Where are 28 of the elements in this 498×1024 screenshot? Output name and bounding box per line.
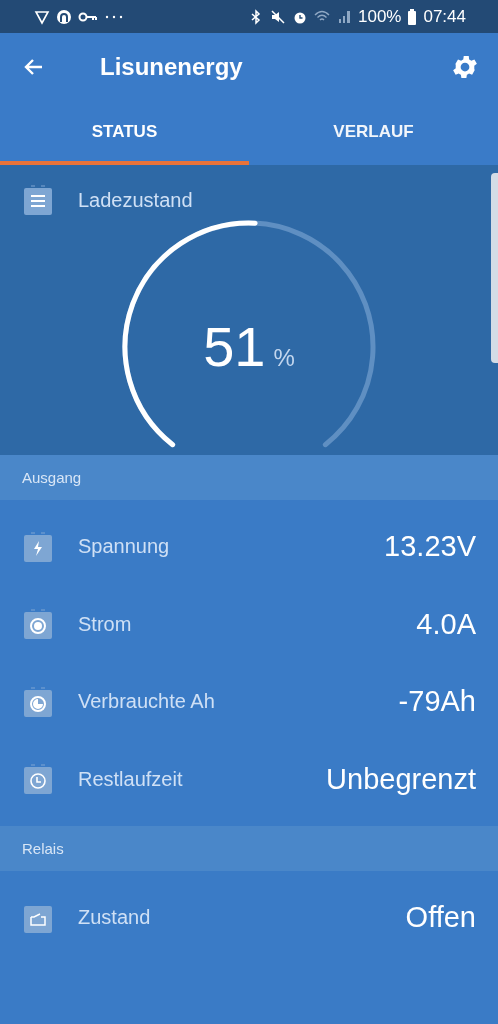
charge-value: 51 — [203, 314, 266, 379]
battery-list-icon — [24, 185, 52, 215]
row-value: 4.0A — [416, 607, 476, 641]
battery-icon — [407, 8, 418, 25]
clock-icon — [24, 764, 52, 795]
row-label: Spannung — [78, 535, 170, 559]
charge-unit: % — [273, 344, 295, 372]
lock-icon — [56, 8, 72, 25]
bolt-icon — [24, 531, 52, 562]
shield-icon — [34, 8, 50, 25]
row-label: Strom — [78, 612, 132, 636]
row-value: -79Ah — [398, 685, 476, 719]
mute-icon — [269, 8, 286, 25]
row-label: Zustand — [78, 906, 151, 930]
row-label: Restlaufzeit — [78, 767, 183, 791]
pie-icon — [24, 686, 52, 717]
battery-percentage: 100% — [357, 6, 402, 27]
row-value: Offen — [405, 901, 476, 935]
tab[interactable]: VERLAUF — [249, 100, 498, 165]
clock-time: 07:44 — [423, 6, 466, 27]
row-value: 13.23V — [384, 530, 476, 564]
section-header: Ausgang — [22, 469, 82, 486]
section-header: Relais — [22, 840, 64, 857]
row-label: Verbrauchte Ah — [78, 690, 215, 714]
row-value: Unbegrenzt — [326, 762, 476, 796]
app-title: Lisunenergy — [100, 52, 244, 81]
key-icon — [78, 10, 98, 23]
gauge-label: Ladezustand — [78, 188, 193, 212]
